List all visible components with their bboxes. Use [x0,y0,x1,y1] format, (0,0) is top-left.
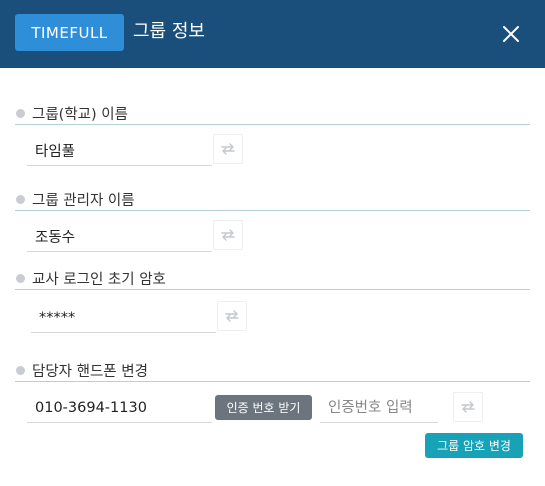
bullet-dot-icon [16,194,25,204]
group-name-label: 그룹(학교) 이름 [15,102,530,125]
group-name-swap-button[interactable] [213,134,243,164]
swap-arrows-icon [221,229,235,241]
group-name-input[interactable] [27,136,212,166]
admin-name-label-text: 그룹 관리자 이름 [32,192,135,209]
close-icon [503,26,519,42]
verification-swap-button[interactable] [453,392,483,422]
swap-arrows-icon [225,310,239,322]
bullet-dot-icon [16,273,25,283]
admin-name-label: 그룹 관리자 이름 [15,188,530,211]
phone-input[interactable] [27,393,212,423]
verification-code-input[interactable] [320,393,438,423]
swap-arrows-icon [461,401,475,413]
admin-name-input[interactable] [27,222,212,252]
timefull-logo: TIMEFULL [15,14,124,51]
teacher-password-input[interactable] [31,303,216,333]
swap-arrows-icon [221,143,235,155]
teacher-password-label: 교사 로그인 초기 암호 [15,267,530,290]
modal-header: TIMEFULL 그룹 정보 [0,0,545,68]
change-group-password-button[interactable]: 그룹 암호 변경 [425,433,523,458]
admin-name-swap-button[interactable] [213,220,243,250]
bullet-dot-icon [16,365,25,375]
modal-title: 그룹 정보 [133,21,205,42]
bullet-dot-icon [16,108,25,118]
phone-change-label: 담당자 핸드폰 변경 [15,359,530,382]
group-name-label-text: 그룹(학교) 이름 [32,106,128,123]
teacher-password-swap-button[interactable] [217,301,247,331]
get-verification-code-button[interactable]: 인증 번호 받기 [215,395,312,420]
close-button[interactable] [497,20,525,48]
teacher-password-label-text: 교사 로그인 초기 암호 [32,271,166,288]
phone-change-label-text: 담당자 핸드폰 변경 [32,363,148,380]
